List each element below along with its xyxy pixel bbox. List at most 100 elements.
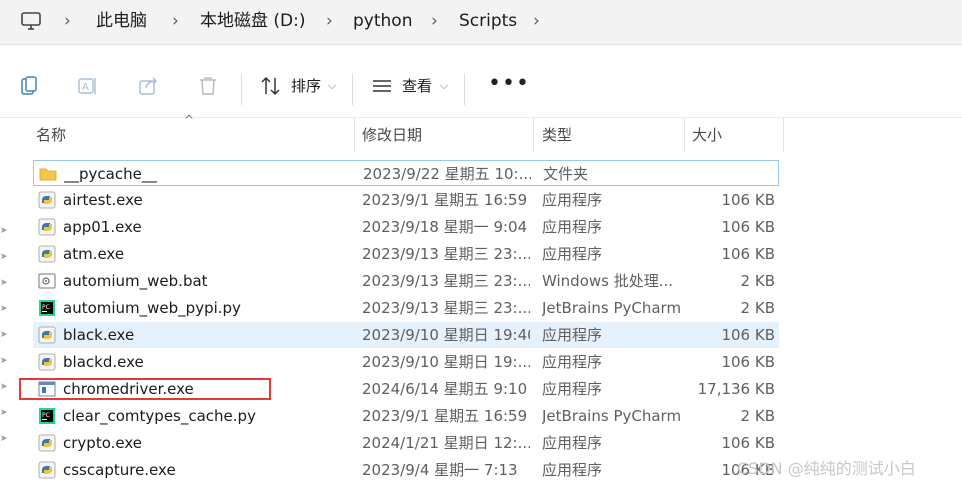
file-row[interactable]: black.exe 2023/9/10 星期日 19:40 应用程序 106 K…	[33, 322, 779, 348]
file-date: 2023/9/1 星期五 16:59	[362, 191, 528, 209]
address-bar[interactable]: › 此电脑 › 本地磁盘 (D:) › python › Scripts ›	[0, 0, 962, 45]
file-date: 2023/9/10 星期日 19:40	[362, 326, 530, 344]
breadcrumb-python[interactable]: python	[353, 9, 412, 33]
breadcrumb-scripts[interactable]: Scripts	[459, 9, 517, 33]
sort-button[interactable]: 排序	[291, 76, 321, 96]
view-icon[interactable]	[371, 75, 393, 97]
file-name: crypto.exe	[63, 434, 142, 452]
column-type[interactable]: 类型	[542, 118, 572, 152]
file-row[interactable]: atm.exe 2023/9/13 星期三 23:... 应用程序 106 KB	[33, 241, 779, 267]
file-date: 2023/9/13 星期三 23:...	[362, 245, 530, 263]
file-date: 2023/9/13 星期三 23:...	[362, 299, 530, 317]
command-toolbar: A 排序 ⌵ 查看 ⌵ •••	[0, 45, 962, 118]
file-type: 应用程序	[542, 434, 603, 452]
file-row[interactable]: blackd.exe 2023/9/10 星期日 19:... 应用程序 106…	[33, 349, 779, 375]
file-type: 文件夹	[543, 165, 589, 183]
file-date: 2023/9/1 星期五 16:59	[362, 407, 528, 425]
watermark: CSDN @纯纯的测试小白	[737, 459, 916, 478]
bat-file-icon	[38, 273, 56, 289]
pin-icon: ➤	[0, 408, 8, 418]
pin-icon: ➤	[0, 330, 8, 340]
file-row[interactable]: app01.exe 2023/9/18 星期一 9:04 应用程序 106 KB	[33, 214, 779, 240]
chevron-down-icon[interactable]: ⌵	[328, 76, 336, 96]
sort-icon[interactable]	[260, 75, 282, 97]
toolbar-divider	[241, 73, 242, 105]
svg-text:PC: PC	[42, 304, 50, 311]
pin-icon: ➤	[0, 304, 8, 314]
chevron-right-icon[interactable]: ›	[64, 9, 71, 33]
delete-icon[interactable]	[197, 75, 219, 97]
toolbar-divider	[352, 73, 353, 105]
column-resize-handle[interactable]	[684, 118, 685, 152]
file-size: 106 KB	[721, 245, 775, 263]
python-exe-icon	[38, 326, 56, 344]
file-row[interactable]: airtest.exe 2023/9/1 星期五 16:59 应用程序 106 …	[33, 187, 779, 213]
this-pc-icon[interactable]	[20, 10, 42, 32]
file-date: 2023/9/13 星期三 23:...	[362, 272, 530, 290]
rename-icon[interactable]: A	[77, 75, 99, 97]
more-options-button[interactable]: •••	[488, 73, 530, 95]
file-name: clear_comtypes_cache.py	[63, 407, 256, 425]
column-resize-handle[interactable]	[354, 118, 355, 152]
file-date: 2024/1/21 星期日 12:...	[362, 434, 530, 452]
column-size[interactable]: 大小	[692, 118, 722, 152]
pin-icon: ➤	[0, 434, 8, 444]
pycharm-file-icon: PC	[39, 300, 55, 316]
file-type: 应用程序	[542, 218, 603, 236]
file-type: 应用程序	[542, 191, 603, 209]
chevron-right-icon[interactable]: ›	[431, 9, 438, 33]
column-resize-handle[interactable]	[533, 118, 534, 152]
breadcrumb-drive-d[interactable]: 本地磁盘 (D:)	[200, 9, 306, 33]
column-date[interactable]: 修改日期	[362, 118, 422, 152]
pin-icon: ➤	[0, 356, 8, 366]
file-date: 2024/6/14 星期五 9:10	[362, 380, 528, 398]
python-exe-icon	[38, 218, 56, 236]
python-exe-icon	[38, 191, 56, 209]
svg-text:A: A	[82, 82, 89, 93]
file-date: 2023/9/18 星期一 9:04	[362, 218, 528, 236]
file-name: app01.exe	[63, 218, 142, 236]
file-date: 2023/9/10 星期日 19:...	[362, 353, 530, 371]
file-name: airtest.exe	[63, 191, 143, 209]
file-size: 2 KB	[740, 407, 775, 425]
column-resize-handle[interactable]	[783, 118, 784, 152]
file-type: Windows 批处理...	[542, 272, 674, 290]
file-size: 2 KB	[740, 272, 775, 290]
file-size: 17,136 KB	[697, 380, 775, 398]
file-size: 106 KB	[721, 434, 775, 452]
file-size	[674, 161, 776, 187]
file-row[interactable]: automium_web.bat 2023/9/13 星期三 23:... Wi…	[33, 268, 779, 294]
python-exe-icon	[38, 245, 56, 263]
pin-icon: ➤	[0, 252, 8, 262]
copy-icon[interactable]	[18, 75, 40, 97]
file-size: 106 KB	[721, 353, 775, 371]
file-row[interactable]: PC automium_web_pypi.py 2023/9/13 星期三 23…	[33, 295, 779, 321]
file-name: blackd.exe	[63, 353, 144, 371]
breadcrumb-this-pc[interactable]: 此电脑	[96, 9, 147, 33]
file-date: 2023/9/22 星期五 10:...	[363, 165, 531, 183]
chevron-down-icon[interactable]: ⌵	[440, 76, 448, 96]
file-name: atm.exe	[63, 245, 125, 263]
file-type: 应用程序	[542, 353, 603, 371]
file-size: 2 KB	[740, 299, 775, 317]
share-icon[interactable]	[137, 75, 159, 97]
python-exe-icon	[38, 461, 56, 479]
folder-icon	[39, 168, 57, 181]
file-row[interactable]: csscapture.exe 2023/9/4 星期一 7:13 应用程序 10…	[33, 457, 779, 483]
toolbar-divider	[464, 73, 465, 105]
file-name: __pycache__	[64, 165, 157, 183]
file-row[interactable]: __pycache__ 2023/9/22 星期五 10:... 文件夹	[33, 160, 779, 186]
file-row[interactable]: PC clear_comtypes_cache.py 2023/9/1 星期五 …	[33, 403, 779, 429]
pycharm-file-icon: PC	[39, 408, 55, 424]
chevron-right-icon[interactable]: ›	[326, 9, 333, 33]
chevron-right-icon[interactable]: ›	[172, 9, 179, 33]
file-row[interactable]: crypto.exe 2024/1/21 星期日 12:... 应用程序 106…	[33, 430, 779, 456]
view-button[interactable]: 查看	[402, 76, 432, 96]
file-type: JetBrains PyCharm	[542, 407, 680, 425]
chevron-right-icon[interactable]: ›	[533, 9, 540, 33]
file-type: 应用程序	[542, 326, 603, 344]
file-type: 应用程序	[542, 245, 603, 263]
file-size: 106 KB	[721, 191, 775, 209]
column-name[interactable]: 名称	[36, 118, 66, 152]
pin-icon: ➤	[0, 278, 8, 288]
